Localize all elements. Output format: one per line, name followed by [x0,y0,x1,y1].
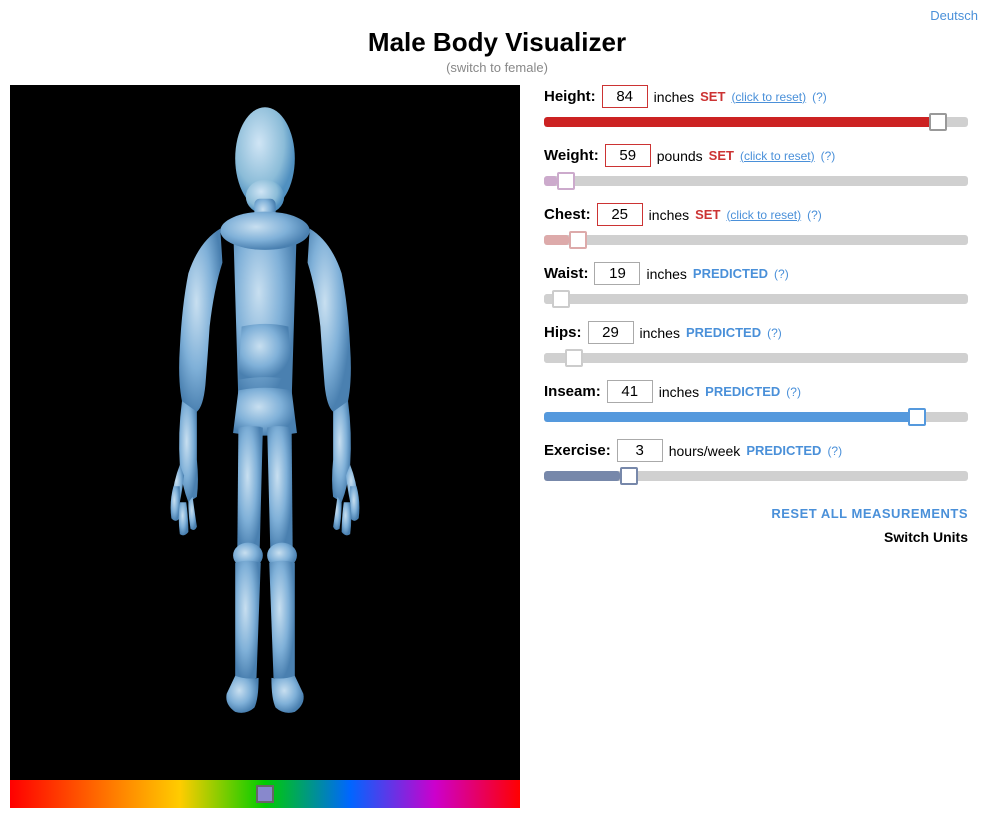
chest-slider[interactable] [544,230,968,250]
height-reset[interactable]: (click to reset) [731,90,806,104]
waist-label-row: Waist: inches PREDICTED (?) [544,262,968,285]
chest-label: Chest: [544,206,591,223]
chest-status: SET [695,207,720,222]
weight-control: Weight: pounds SET (click to reset) (?) [544,144,968,191]
language-link[interactable]: Deutsch [930,8,978,23]
hips-slider[interactable] [544,348,968,368]
waist-help[interactable]: (?) [774,267,789,281]
bottom-actions: RESET ALL MEASUREMENTS Switch Units [544,506,968,545]
height-label-row: Height: inches SET (click to reset) (?) [544,85,968,108]
exercise-label: Exercise: [544,442,611,459]
weight-label-row: Weight: pounds SET (click to reset) (?) [544,144,968,167]
height-thumb[interactable] [929,113,947,131]
weight-fill [544,176,557,186]
page-header: Male Body Visualizer (switch to female) [0,27,994,75]
weight-unit: pounds [657,148,703,164]
inseam-input[interactable] [607,380,653,403]
waist-slider[interactable] [544,289,968,309]
chest-fill [544,235,569,245]
inseam-status: PREDICTED [705,384,780,399]
hips-control: Hips: inches PREDICTED (?) [544,321,968,368]
height-track [544,117,968,127]
switch-units-button[interactable]: Switch Units [884,529,968,545]
waist-fill [544,294,552,304]
weight-input[interactable] [605,144,651,167]
body-figure [105,103,425,763]
inseam-thumb[interactable] [908,408,926,426]
exercise-unit: hours/week [669,443,741,459]
main-layout: Height: inches SET (click to reset) (?) … [0,85,994,808]
chest-reset[interactable]: (click to reset) [726,208,801,222]
inseam-control: Inseam: inches PREDICTED (?) [544,380,968,427]
exercise-control: Exercise: hours/week PREDICTED (?) [544,439,968,486]
exercise-thumb[interactable] [620,467,638,485]
inseam-label: Inseam: [544,383,601,400]
weight-help[interactable]: (?) [821,149,836,163]
chest-label-row: Chest: inches SET (click to reset) (?) [544,203,968,226]
inseam-track [544,412,968,422]
hips-label-row: Hips: inches PREDICTED (?) [544,321,968,344]
chest-control: Chest: inches SET (click to reset) (?) [544,203,968,250]
hips-help[interactable]: (?) [767,326,782,340]
waist-label: Waist: [544,265,588,282]
waist-status: PREDICTED [693,266,768,281]
height-input[interactable] [602,85,648,108]
hips-label: Hips: [544,324,582,341]
height-help[interactable]: (?) [812,90,827,104]
switch-gender: (switch to female) [0,60,994,75]
hips-unit: inches [640,325,680,341]
waist-control: Waist: inches PREDICTED (?) [544,262,968,309]
exercise-label-row: Exercise: hours/week PREDICTED (?) [544,439,968,462]
chest-thumb[interactable] [569,231,587,249]
waist-unit: inches [646,266,686,282]
inseam-help[interactable]: (?) [786,385,801,399]
top-bar: Deutsch [0,0,994,23]
inseam-unit: inches [659,384,699,400]
color-bar-thumb[interactable] [256,785,274,803]
waist-thumb[interactable] [552,290,570,308]
height-label: Height: [544,88,596,105]
page-title: Male Body Visualizer [0,27,994,58]
height-status: SET [700,89,725,104]
chest-track [544,235,968,245]
exercise-input[interactable] [617,439,663,462]
chest-unit: inches [649,207,689,223]
body-viewer [10,85,520,808]
body-canvas [10,85,520,780]
inseam-slider[interactable] [544,407,968,427]
height-unit: inches [654,89,694,105]
color-bar[interactable] [10,780,520,808]
height-slider[interactable] [544,112,968,132]
exercise-status: PREDICTED [746,443,821,458]
controls-panel: Height: inches SET (click to reset) (?) … [520,85,984,808]
inseam-label-row: Inseam: inches PREDICTED (?) [544,380,968,403]
hips-thumb[interactable] [565,349,583,367]
reset-all-button[interactable]: RESET ALL MEASUREMENTS [771,506,968,521]
weight-track [544,176,968,186]
chest-input[interactable] [597,203,643,226]
hips-track [544,353,968,363]
chest-help[interactable]: (?) [807,208,822,222]
hips-fill [544,353,565,363]
exercise-slider[interactable] [544,466,968,486]
exercise-track [544,471,968,481]
hips-status: PREDICTED [686,325,761,340]
weight-reset[interactable]: (click to reset) [740,149,815,163]
weight-thumb[interactable] [557,172,575,190]
weight-status: SET [709,148,734,163]
waist-input[interactable] [594,262,640,285]
hips-input[interactable] [588,321,634,344]
exercise-fill [544,471,620,481]
weight-slider[interactable] [544,171,968,191]
waist-track [544,294,968,304]
height-control: Height: inches SET (click to reset) (?) [544,85,968,132]
switch-gender-link[interactable]: (switch to female) [446,60,548,75]
inseam-fill [544,412,917,422]
weight-label: Weight: [544,147,599,164]
exercise-help[interactable]: (?) [827,444,842,458]
height-fill [544,117,938,127]
